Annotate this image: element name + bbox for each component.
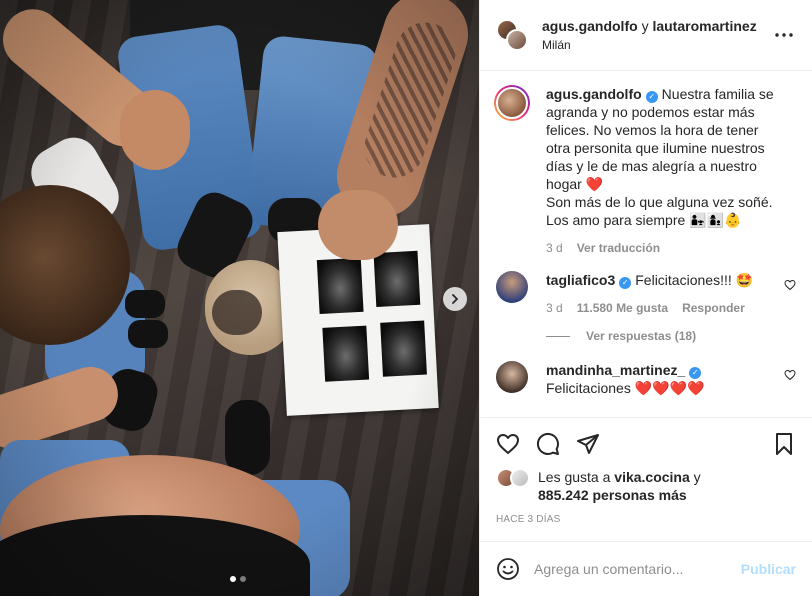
comment-body: mandinha_martinez_ ✓ Felicitaciones ❤️❤️❤… bbox=[546, 361, 796, 397]
caption: agus.gandolfo ✓ Nuestra familia se agranda… bbox=[494, 85, 796, 257]
verified-icon: ✓ bbox=[689, 367, 702, 379]
post-modal: agus.gandolfo y lautaromartinez Milán ag… bbox=[0, 0, 812, 596]
bookmark-icon[interactable] bbox=[772, 432, 796, 456]
ultrasound-image bbox=[373, 250, 421, 308]
comment-text: Felicitaciones bbox=[546, 380, 631, 396]
photo-hand bbox=[120, 90, 190, 170]
comment-like-icon[interactable] bbox=[784, 369, 796, 381]
comment-time[interactable]: 3 d bbox=[546, 299, 563, 317]
likes-prefix: Les gusta a bbox=[538, 469, 611, 485]
photo-shoe bbox=[225, 400, 270, 475]
avatar bbox=[510, 468, 530, 488]
caption-username[interactable]: agus.gandolfo bbox=[546, 86, 642, 102]
carousel-dot bbox=[240, 576, 246, 582]
comment-likes[interactable]: 11.580 Me gusta bbox=[577, 299, 668, 317]
caption-time[interactable]: 3 d bbox=[546, 239, 563, 257]
reply-button[interactable]: Responder bbox=[682, 299, 745, 317]
comment-body: tagliafico3 ✓ Felicitaciones!!! 🤩 3 d 11.5… bbox=[546, 271, 796, 317]
view-replies-button[interactable]: Ver respuestas (18) bbox=[546, 329, 796, 343]
translate-link[interactable]: Ver traducción bbox=[577, 239, 660, 257]
post-header: agus.gandolfo y lautaromartinez Milán bbox=[480, 0, 812, 71]
likes-summary: Les gusta a vika.cocina y 885.242 person… bbox=[496, 468, 796, 504]
comment: tagliafico3 ✓ Felicitaciones!!! 🤩 3 d 11.5… bbox=[496, 271, 796, 317]
ultrasound-image bbox=[380, 320, 427, 377]
ultrasound-image bbox=[316, 257, 364, 314]
replies-divider bbox=[546, 335, 570, 337]
post-location[interactable]: Milán bbox=[542, 38, 772, 52]
comment-username[interactable]: mandinha_martinez_ bbox=[546, 362, 685, 378]
avatar bbox=[496, 87, 528, 119]
post-side-panel: agus.gandolfo y lautaromartinez Milán ag… bbox=[479, 0, 812, 596]
comment-hearts: ❤️❤️❤️❤️ bbox=[634, 380, 705, 396]
authors-conjunction: y bbox=[641, 18, 649, 34]
more-options-button[interactable] bbox=[772, 23, 796, 47]
photo-child-shoe bbox=[125, 290, 165, 318]
liker-avatars bbox=[496, 468, 534, 490]
caption-body: agus.gandolfo ✓ Nuestra familia se agranda… bbox=[546, 85, 796, 257]
post-authors: agus.gandolfo y lautaromartinez bbox=[542, 18, 772, 34]
carousel-next-button[interactable] bbox=[443, 287, 467, 311]
comment-input[interactable] bbox=[534, 561, 741, 577]
post-date[interactable]: HACE 3 DÍAS bbox=[496, 514, 796, 525]
post-photo[interactable] bbox=[0, 0, 479, 596]
verified-icon: ✓ bbox=[619, 277, 632, 289]
verified-icon: ✓ bbox=[645, 91, 658, 103]
heart-outline-icon[interactable] bbox=[496, 432, 520, 456]
caption-emojis: 👨‍👧👩‍👦👶 bbox=[689, 212, 742, 228]
avatar[interactable] bbox=[496, 271, 528, 303]
photo-child-shoe bbox=[128, 320, 168, 348]
photo-hand bbox=[318, 190, 398, 260]
collab-avatars[interactable] bbox=[496, 19, 528, 51]
avatar bbox=[506, 29, 528, 51]
heart-emoji: ❤️ bbox=[585, 176, 604, 192]
author-link[interactable]: lautaromartinez bbox=[652, 18, 756, 34]
likes-text: Les gusta a vika.cocina y 885.242 person… bbox=[538, 468, 701, 504]
caption-meta: 3 d Ver traducción bbox=[546, 239, 782, 257]
comment-username[interactable]: tagliafico3 bbox=[546, 272, 615, 288]
share-icon[interactable] bbox=[576, 432, 600, 456]
emoji-icon[interactable] bbox=[496, 557, 520, 581]
photo-dog-face bbox=[212, 290, 262, 335]
avatar[interactable] bbox=[496, 361, 528, 393]
ultrasound-image bbox=[322, 325, 370, 382]
view-replies-label: Ver respuestas (18) bbox=[586, 329, 697, 343]
comment: mandinha_martinez_ ✓ Felicitaciones ❤️❤️❤… bbox=[496, 361, 796, 397]
comments-list[interactable]: agus.gandolfo ✓ Nuestra familia se agranda… bbox=[480, 71, 812, 417]
comment-like-icon[interactable] bbox=[784, 279, 796, 291]
comment-icon[interactable] bbox=[536, 432, 560, 456]
comment-meta: 3 d 11.580 Me gusta Responder bbox=[546, 299, 782, 317]
carousel-next-icon bbox=[452, 294, 458, 304]
comment-text: Felicitaciones!!! bbox=[635, 272, 732, 288]
add-comment-bar: Publicar bbox=[480, 541, 812, 596]
story-ring[interactable] bbox=[494, 85, 530, 121]
post-header-text: agus.gandolfo y lautaromartinez Milán bbox=[542, 18, 772, 52]
carousel-dot-active bbox=[230, 576, 236, 582]
publish-button[interactable]: Publicar bbox=[741, 561, 796, 577]
author-link[interactable]: agus.gandolfo bbox=[542, 18, 638, 34]
likes-conjunction: y bbox=[693, 469, 701, 485]
comment-emoji: 🤩 bbox=[735, 272, 754, 288]
likes-count[interactable]: 885.242 personas más bbox=[538, 487, 687, 503]
action-bar bbox=[496, 424, 796, 464]
post-actions: Les gusta a vika.cocina y 885.242 person… bbox=[480, 417, 812, 525]
carousel-indicator bbox=[230, 576, 246, 582]
more-options-icon bbox=[775, 33, 793, 37]
liker-username[interactable]: vika.cocina bbox=[614, 469, 690, 485]
